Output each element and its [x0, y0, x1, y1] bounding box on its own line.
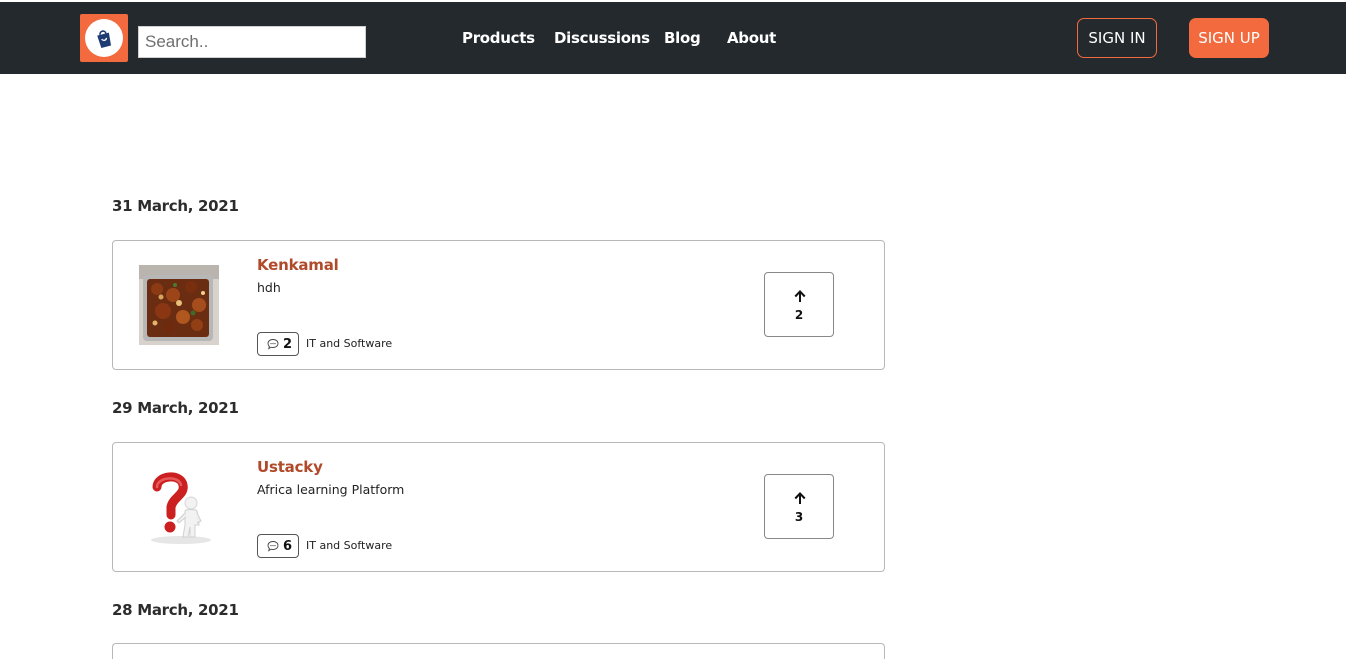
product-name[interactable]: Ustacky — [257, 458, 323, 476]
sign-in-button[interactable]: SIGN IN — [1077, 18, 1157, 58]
product-thumbnail[interactable] — [139, 265, 219, 345]
nav-products[interactable]: Products — [462, 29, 535, 47]
product-card[interactable]: Ustacky Africa learning Platform 6 IT an… — [112, 442, 885, 572]
comments-button[interactable]: 6 — [257, 534, 300, 558]
product-thumbnail[interactable] — [139, 467, 219, 547]
navbar: Products Discussions Blog About SIGN IN … — [0, 2, 1346, 74]
nav-blog[interactable]: Blog — [664, 29, 701, 47]
shopping-bag-icon — [97, 30, 112, 48]
nav-discussions[interactable]: Discussions — [554, 29, 650, 47]
product-card[interactable] — [112, 643, 885, 659]
date-heading: 28 March, 2021 — [112, 601, 239, 619]
product-category: IT and Software — [306, 337, 393, 350]
question-mark-figure-image — [139, 467, 219, 547]
upvote-button[interactable]: 2 — [764, 272, 834, 337]
arrow-up-icon — [794, 492, 806, 504]
comment-icon — [267, 339, 279, 350]
upvote-count: 2 — [794, 308, 804, 322]
product-name[interactable]: Kenkamal — [257, 256, 339, 274]
product-description: Africa learning Platform — [257, 482, 405, 497]
arrow-up-icon — [794, 290, 806, 302]
food-tray-image — [139, 265, 219, 345]
upvote-count: 3 — [794, 510, 804, 524]
product-description: hdh — [257, 280, 281, 295]
comment-icon — [267, 541, 279, 552]
comment-count: 2 — [283, 336, 293, 352]
comments-button[interactable]: 2 — [257, 332, 300, 356]
comment-count: 6 — [283, 538, 293, 554]
nav-about[interactable]: About — [727, 29, 776, 47]
logo-circle — [85, 19, 123, 57]
search-input[interactable] — [138, 26, 366, 58]
date-heading: 31 March, 2021 — [112, 197, 239, 215]
site-logo[interactable] — [80, 14, 128, 62]
product-category: IT and Software — [306, 539, 393, 552]
product-card[interactable]: Kenkamal hdh 2 IT and Software 2 — [112, 240, 885, 370]
date-heading: 29 March, 2021 — [112, 399, 239, 417]
upvote-button[interactable]: 3 — [764, 474, 834, 539]
sign-up-button[interactable]: SIGN UP — [1189, 18, 1269, 58]
